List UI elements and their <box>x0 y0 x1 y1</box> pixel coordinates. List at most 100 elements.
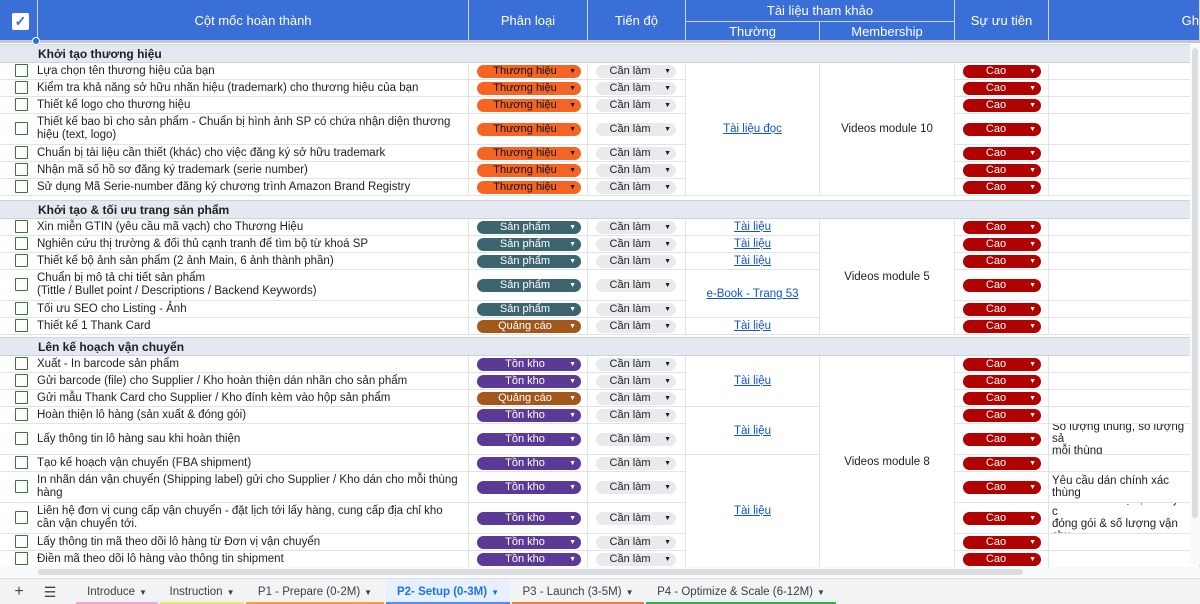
category-dropdown[interactable]: Tồn kho ▼ <box>477 553 581 566</box>
reference-link[interactable]: Tài liệu đọc <box>723 123 782 135</box>
priority-dropdown[interactable]: Cao ▼ <box>963 320 1041 333</box>
chevron-down-icon[interactable]: ▼ <box>364 588 372 597</box>
category-dropdown[interactable]: Tồn kho ▼ <box>477 481 581 494</box>
progress-dropdown[interactable]: Cần làm ▼ <box>596 457 676 470</box>
category-dropdown[interactable]: Thương hiệu ▼ <box>477 65 581 78</box>
category-dropdown[interactable]: Thương hiệu ▼ <box>477 123 581 136</box>
progress-dropdown[interactable]: Cần làm ▼ <box>596 82 676 95</box>
category-dropdown[interactable]: Tồn kho ▼ <box>477 433 581 446</box>
priority-dropdown[interactable]: Cao ▼ <box>963 221 1041 234</box>
category-dropdown[interactable]: Tồn kho ▼ <box>477 457 581 470</box>
chevron-down-icon[interactable]: ▼ <box>626 588 634 597</box>
category-dropdown[interactable]: Quảng cáo ▼ <box>477 320 581 333</box>
priority-dropdown[interactable]: Cao ▼ <box>963 255 1041 268</box>
chevron-down-icon[interactable]: ▼ <box>227 588 235 597</box>
progress-dropdown[interactable]: Cần làm ▼ <box>596 375 676 388</box>
category-dropdown[interactable]: Sản phẩm ▼ <box>477 303 581 316</box>
priority-dropdown[interactable]: Cao ▼ <box>963 123 1041 136</box>
sheets-menu-icon[interactable]: ☰ <box>40 581 60 603</box>
reference-link[interactable]: Tài liệu <box>734 221 771 233</box>
checkbox-icon[interactable] <box>15 302 28 315</box>
priority-dropdown[interactable]: Cao ▼ <box>963 181 1041 194</box>
progress-dropdown[interactable]: Cần làm ▼ <box>596 303 676 316</box>
category-dropdown[interactable]: Sản phẩm ▼ <box>477 255 581 268</box>
progress-dropdown[interactable]: Cần làm ▼ <box>596 238 676 251</box>
priority-dropdown[interactable]: Cao ▼ <box>963 82 1041 95</box>
horizontal-scroll-thumb[interactable] <box>38 569 1023 575</box>
frozen-row-divider[interactable] <box>0 40 1200 43</box>
category-dropdown[interactable]: Tồn kho ▼ <box>477 375 581 388</box>
priority-dropdown[interactable]: Cao ▼ <box>963 553 1041 566</box>
priority-dropdown[interactable]: Cao ▼ <box>963 279 1041 292</box>
checkbox-icon[interactable] <box>15 319 28 332</box>
horizontal-scrollbar[interactable] <box>0 567 1200 577</box>
category-dropdown[interactable]: Sản phẩm ▼ <box>477 279 581 292</box>
sheet-tab[interactable]: P4 - Optimize & Scale (6-12M) ▼ <box>646 579 836 604</box>
progress-dropdown[interactable]: Cần làm ▼ <box>596 481 676 494</box>
checkbox-icon[interactable] <box>15 374 28 387</box>
chevron-down-icon[interactable]: ▼ <box>139 588 147 597</box>
checkbox-icon[interactable] <box>15 535 28 548</box>
checkbox-icon[interactable] <box>15 180 28 193</box>
priority-dropdown[interactable]: Cao ▼ <box>963 238 1041 251</box>
sheet-tab[interactable]: Introduce ▼ <box>76 579 158 604</box>
select-all-checkbox-icon[interactable]: ✓ <box>12 13 29 30</box>
progress-dropdown[interactable]: Cần làm ▼ <box>596 255 676 268</box>
checkbox-icon[interactable] <box>15 278 28 291</box>
category-dropdown[interactable]: Sản phẩm ▼ <box>477 221 581 234</box>
priority-dropdown[interactable]: Cao ▼ <box>963 457 1041 470</box>
sheet-tab[interactable]: P1 - Prepare (0-2M) ▼ <box>246 579 384 604</box>
category-dropdown[interactable]: Tồn kho ▼ <box>477 512 581 525</box>
checkbox-icon[interactable] <box>15 81 28 94</box>
sheet-tab[interactable]: P2- Setup (0-3M) ▼ <box>386 579 510 604</box>
priority-dropdown[interactable]: Cao ▼ <box>963 99 1041 112</box>
checkbox-icon[interactable] <box>15 456 28 469</box>
progress-dropdown[interactable]: Cần làm ▼ <box>596 123 676 136</box>
checkbox-icon[interactable] <box>15 408 28 421</box>
progress-dropdown[interactable]: Cần làm ▼ <box>596 320 676 333</box>
priority-dropdown[interactable]: Cao ▼ <box>963 512 1041 525</box>
priority-dropdown[interactable]: Cao ▼ <box>963 433 1041 446</box>
reference-link[interactable]: Tài liệu <box>734 425 771 437</box>
category-dropdown[interactable]: Thương hiệu ▼ <box>477 99 581 112</box>
checkbox-icon[interactable] <box>15 357 28 370</box>
sheet-tab[interactable]: P3 - Launch (3-5M) ▼ <box>512 579 644 604</box>
category-dropdown[interactable]: Thương hiệu ▼ <box>477 147 581 160</box>
checkbox-icon[interactable] <box>15 220 28 233</box>
priority-dropdown[interactable]: Cao ▼ <box>963 147 1041 160</box>
reference-link[interactable]: Tài liệu <box>734 505 771 517</box>
progress-dropdown[interactable]: Cần làm ▼ <box>596 279 676 292</box>
progress-dropdown[interactable]: Cần làm ▼ <box>596 221 676 234</box>
reference-link[interactable]: Tài liệu <box>734 320 771 332</box>
priority-dropdown[interactable]: Cao ▼ <box>963 409 1041 422</box>
category-dropdown[interactable]: Quảng cáo ▼ <box>477 392 581 405</box>
checkbox-icon[interactable] <box>15 511 28 524</box>
checkbox-icon[interactable] <box>15 163 28 176</box>
category-dropdown[interactable]: Tồn kho ▼ <box>477 409 581 422</box>
category-dropdown[interactable]: Thương hiệu ▼ <box>477 164 581 177</box>
chevron-down-icon[interactable]: ▼ <box>491 588 499 597</box>
checkbox-icon[interactable] <box>15 480 28 493</box>
priority-dropdown[interactable]: Cao ▼ <box>963 481 1041 494</box>
checkbox-icon[interactable] <box>15 552 28 565</box>
reference-link[interactable]: e-Book - Trang 53 <box>706 288 798 300</box>
plus-icon[interactable]: + <box>9 581 29 603</box>
vertical-scrollbar[interactable] <box>1190 44 1200 564</box>
reference-link[interactable]: Tài liệu <box>734 255 771 267</box>
checkbox-icon[interactable] <box>15 146 28 159</box>
vertical-scroll-thumb[interactable] <box>1192 48 1198 518</box>
priority-dropdown[interactable]: Cao ▼ <box>963 303 1041 316</box>
category-dropdown[interactable]: Thương hiệu ▼ <box>477 181 581 194</box>
progress-dropdown[interactable]: Cần làm ▼ <box>596 65 676 78</box>
priority-dropdown[interactable]: Cao ▼ <box>963 358 1041 371</box>
progress-dropdown[interactable]: Cần làm ▼ <box>596 164 676 177</box>
progress-dropdown[interactable]: Cần làm ▼ <box>596 536 676 549</box>
progress-dropdown[interactable]: Cần làm ▼ <box>596 512 676 525</box>
checkbox-icon[interactable] <box>15 64 28 77</box>
checkbox-icon[interactable] <box>15 432 28 445</box>
checkbox-icon[interactable] <box>15 98 28 111</box>
chevron-down-icon[interactable]: ▼ <box>817 588 825 597</box>
checkbox-icon[interactable] <box>15 391 28 404</box>
header-checkbox-cell[interactable]: ✓ <box>0 0 38 41</box>
progress-dropdown[interactable]: Cần làm ▼ <box>596 392 676 405</box>
